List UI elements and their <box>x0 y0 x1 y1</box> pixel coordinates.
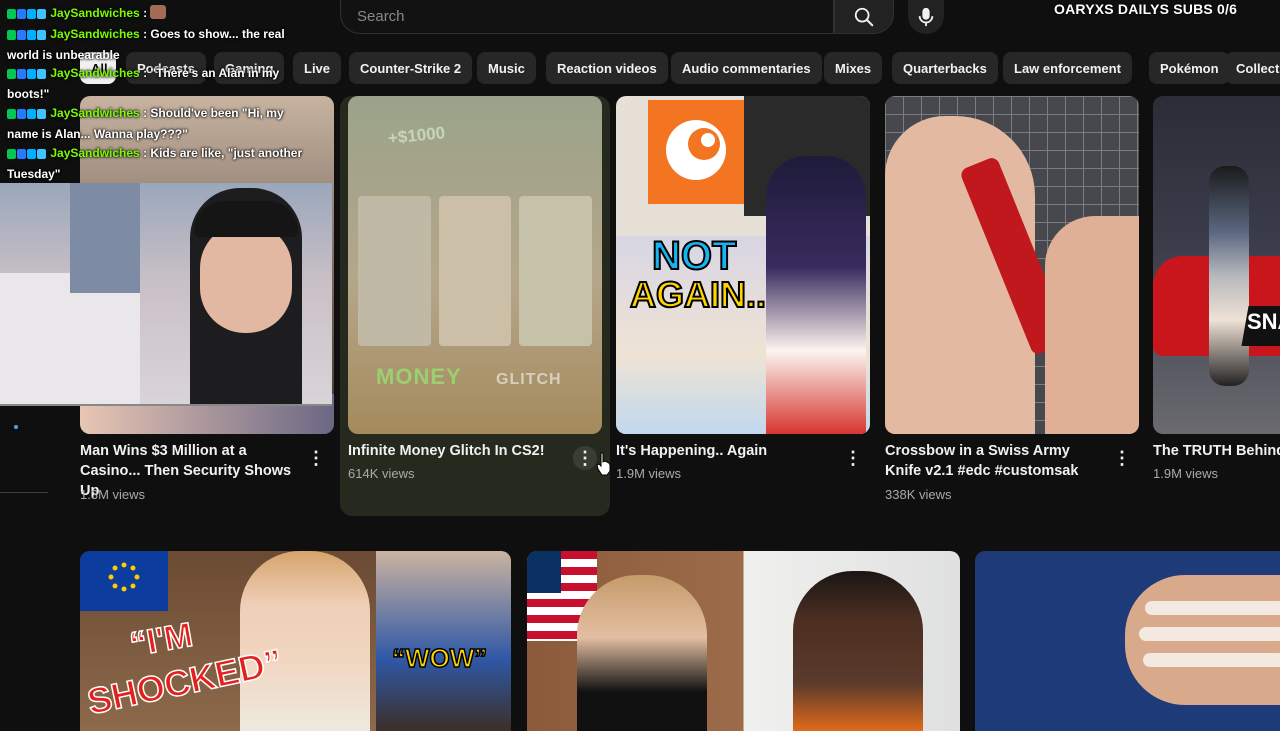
video-views: 614K views <box>348 466 415 481</box>
chat-badges-icon <box>7 27 47 46</box>
thumbnail-finger <box>1139 627 1280 641</box>
video-thumbnail[interactable] <box>527 551 960 731</box>
chip-collectibles[interactable]: Collecti <box>1225 52 1280 84</box>
thumbnail-text-top: +$1000 <box>387 123 446 148</box>
thumbnail-text-line2: AGAIN.. <box>629 273 767 316</box>
chip-reaction-videos[interactable]: Reaction videos <box>546 52 668 84</box>
thumbnail-hand <box>1045 216 1139 434</box>
chat-message: JaySandwiches : Goes to show... the real… <box>7 25 307 65</box>
hand-cursor-icon <box>596 452 612 481</box>
thumbnail-text-3: “WOW” <box>391 642 488 674</box>
video-thumbnail[interactable]: “I'M SHOCKED” “WOW” <box>80 551 511 731</box>
microphone-icon <box>918 7 934 27</box>
video-title[interactable]: The TRUTH Behind <box>1153 441 1280 461</box>
webcam-cap <box>194 201 298 237</box>
search-icon <box>854 7 874 26</box>
video-thumbnail[interactable]: NOT AGAIN.. <box>616 96 870 434</box>
chat-text: : <box>139 6 151 20</box>
sidebar-indicator <box>14 425 18 429</box>
thumbnail-text-small: GLITCH <box>496 371 562 388</box>
chip-quarterbacks[interactable]: Quarterbacks <box>892 52 998 84</box>
more-options-icon[interactable]: ⋮ <box>573 446 597 470</box>
chip-counter-strike-2[interactable]: Counter-Strike 2 <box>349 52 473 84</box>
webcam-overlay <box>0 183 332 406</box>
thumbnail-text-1: “I'M <box>126 615 196 665</box>
voice-search-button[interactable] <box>908 0 944 34</box>
video-views: 1.9M views <box>1153 466 1219 481</box>
video-thumbnail[interactable]: SNA <box>1153 96 1280 434</box>
video-thumbnail[interactable] <box>975 551 1280 731</box>
chip-music[interactable]: Music <box>477 52 536 84</box>
thumbnail-person <box>376 551 511 731</box>
eu-flag <box>80 551 168 611</box>
chat-message: JaySandwiches : "There's an Alan in my b… <box>7 64 307 104</box>
sidebar-divider <box>0 492 48 493</box>
chat-badges-icon <box>7 106 47 125</box>
video-title[interactable]: Infinite Money Glitch In CS2! <box>348 441 573 461</box>
chat-badges-icon <box>7 6 47 25</box>
chat-text: : Should've been "Hi, my name is Alan...… <box>7 106 284 141</box>
video-title[interactable]: Crossbow in a Swiss Army Knife v2.1 #edc… <box>885 441 1110 481</box>
thumbnail-finger <box>1145 601 1280 615</box>
eu-flag-icon <box>108 562 140 592</box>
stream-goal-overlay: OARYXS DAILYS SUBS 0/6 <box>1054 1 1238 17</box>
webcam-face <box>200 223 292 333</box>
chat-badges-icon <box>7 146 47 165</box>
chat-message: JaySandwiches : Should've been "Hi, my n… <box>7 104 307 144</box>
search-box[interactable] <box>340 0 834 34</box>
chip-mixes[interactable]: Mixes <box>824 52 883 84</box>
search-button[interactable] <box>834 0 894 34</box>
chat-username: JaySandwiches <box>50 66 140 80</box>
chat-message: JaySandwiches : Kids are like, "just ano… <box>7 144 307 184</box>
thumbnail-person <box>1209 166 1249 386</box>
chat-text: : Goes to show... the real world is unbe… <box>7 27 285 62</box>
thumbnail-person <box>793 571 923 731</box>
video-title[interactable]: It's Happening.. Again <box>616 441 841 461</box>
chat-badges-icon <box>7 66 47 85</box>
chat-message: JaySandwiches : <box>7 4 307 25</box>
video-thumbnail[interactable] <box>885 96 1139 434</box>
more-options-icon[interactable]: ⋮ <box>304 446 328 470</box>
thumbnail-text-big: MONEY <box>376 364 462 389</box>
video-thumbnail[interactable]: +$1000 MONEY GLITCH <box>348 96 602 434</box>
webcam-window <box>70 183 140 293</box>
thumbnail-person <box>240 551 370 731</box>
more-options-icon[interactable]: ⋮ <box>1110 446 1134 470</box>
thumbnail-person <box>577 575 707 731</box>
thumbnail-finger <box>1143 653 1280 667</box>
chat-emote-icon <box>150 5 167 19</box>
chat-username: JaySandwiches <box>50 6 140 20</box>
chat-username: JaySandwiches <box>50 106 140 120</box>
search-input[interactable] <box>355 7 833 26</box>
video-views: 338K views <box>885 487 952 502</box>
thumbnail-character <box>766 156 866 434</box>
chip-pokemon[interactable]: Pokémon <box>1149 52 1230 84</box>
crunchyroll-logo <box>648 100 744 204</box>
us-flag-canton <box>527 551 561 593</box>
chip-law-enforcement[interactable]: Law enforcement <box>1003 52 1132 84</box>
chat-username: JaySandwiches <box>50 146 140 160</box>
logo-icon <box>666 120 726 180</box>
chat-username: JaySandwiches <box>50 27 140 41</box>
video-views: 1.3M views <box>80 487 146 502</box>
more-options-icon[interactable]: ⋮ <box>841 446 865 470</box>
thumbnail-text-line1: NOT <box>651 233 737 279</box>
thumbnail-text: SNA <box>1247 309 1280 334</box>
video-views: 1.9M views <box>616 466 682 481</box>
chip-audio-commentaries[interactable]: Audio commentaries <box>671 52 822 84</box>
chat-text: : "There's an Alan in my boots!" <box>7 66 280 101</box>
